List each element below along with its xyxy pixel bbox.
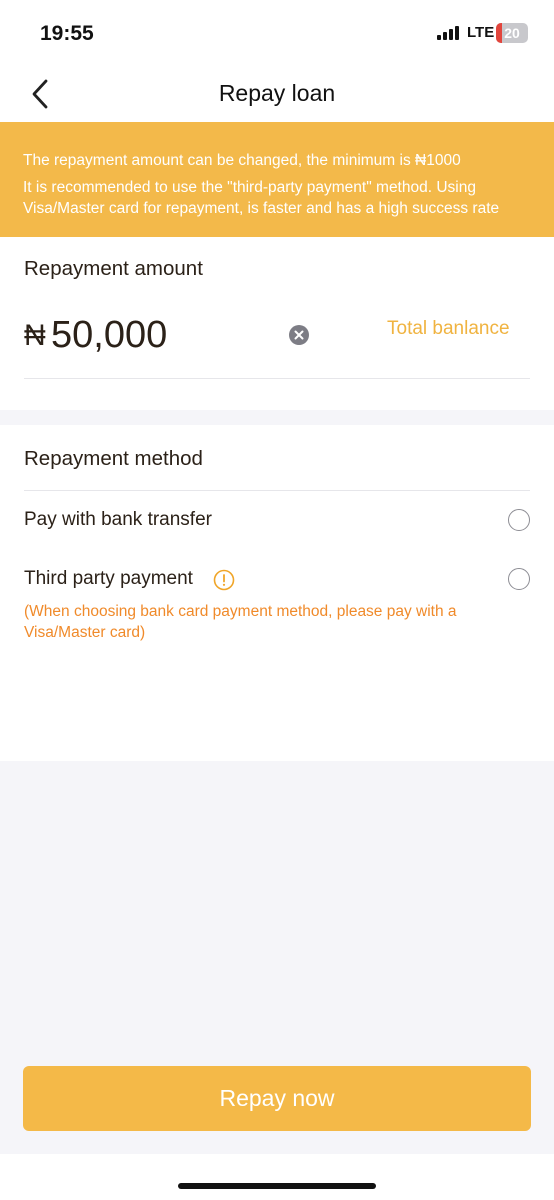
- page-title: Repay loan: [218, 80, 336, 106]
- repayment-method-card: Repayment method Pay with bank transfer …: [0, 425, 554, 761]
- navigation-bar: Repay loan: [0, 66, 554, 122]
- currency-symbol: ₦: [24, 319, 46, 352]
- status-time: 19:55: [40, 22, 94, 45]
- network-label: LTE: [467, 24, 495, 41]
- notice-banner: The repayment amount can be changed, the…: [0, 122, 554, 237]
- clear-amount-button[interactable]: [288, 324, 310, 346]
- divider: [24, 490, 530, 491]
- bottom-safe-area: [0, 1154, 554, 1200]
- option-bank-transfer-label[interactable]: Pay with bank transfer: [24, 509, 212, 531]
- repayment-method-title: Repayment method: [24, 447, 203, 470]
- option-third-party-label[interactable]: Third party payment: [24, 568, 193, 590]
- radio-bank-transfer[interactable]: [508, 509, 530, 531]
- third-party-note: (When choosing bank card payment method,…: [24, 603, 457, 641]
- notice-minimum: The repayment amount can be changed, the…: [23, 152, 461, 169]
- radio-third-party[interactable]: [508, 568, 530, 590]
- info-icon[interactable]: [213, 569, 235, 591]
- clear-icon: [289, 325, 309, 345]
- battery-icon: 20: [496, 23, 528, 43]
- repayment-amount-card: Repayment amount ₦ Total banlance: [0, 237, 554, 410]
- status-bar: 19:55 LTE 20: [0, 0, 554, 60]
- top-area: 19:55 LTE 20 Repay loan: [0, 0, 554, 122]
- home-indicator[interactable]: [178, 1183, 376, 1189]
- total-balance-link[interactable]: Total banlance: [387, 318, 510, 340]
- repay-now-button[interactable]: Repay now: [23, 1066, 531, 1131]
- notice-recommendation: It is recommended to use the "third-part…: [23, 179, 500, 217]
- amount-row: ₦ Total banlance: [24, 309, 530, 379]
- signal-icon: [437, 26, 461, 40]
- repayment-amount-title: Repayment amount: [24, 257, 203, 280]
- amount-input[interactable]: [51, 310, 281, 360]
- battery-level: 20: [504, 25, 520, 41]
